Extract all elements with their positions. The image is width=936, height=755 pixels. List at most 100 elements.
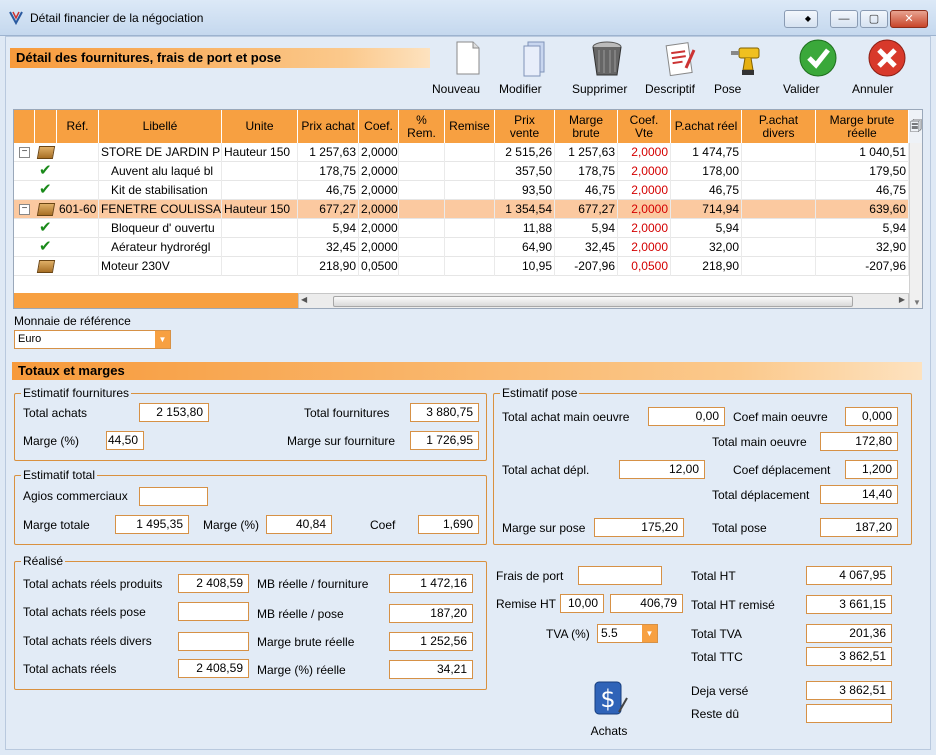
cell-coef-vte[interactable]: 0,0500 — [618, 257, 671, 276]
cell-libelle[interactable]: Auvent alu laqué bl — [99, 162, 222, 181]
cell-pachat-reel[interactable]: 218,90 — [671, 257, 742, 276]
chevron-down-icon[interactable]: ▼ — [155, 331, 170, 348]
total-tva-field[interactable]: 201,36 — [806, 624, 892, 643]
table-row[interactable]: ✔ Kit de stabilisation 46,75 2,0000 93,50 46,… — [14, 181, 909, 200]
cell-libelle[interactable]: STORE DE JARDIN PL — [99, 143, 222, 162]
cell-remise[interactable] — [445, 200, 495, 219]
coef-mo-field[interactable]: 0,000 — [845, 407, 898, 426]
marge-total-pct-field[interactable]: 40,84 — [266, 515, 332, 534]
cell-marge-reelle[interactable]: 32,90 — [816, 238, 909, 257]
cell-coef-vte[interactable]: 2,0000 — [618, 238, 671, 257]
cell-coef[interactable]: 2,0000 — [359, 143, 399, 162]
cell-rem[interactable] — [399, 257, 445, 276]
collapse-toggle-icon[interactable]: − — [19, 204, 30, 215]
cell-pachat-reel[interactable]: 46,75 — [671, 181, 742, 200]
cell-ref[interactable] — [57, 257, 99, 276]
minimize-button[interactable]: — — [830, 10, 858, 28]
achats-button[interactable]: $ Achats — [578, 678, 640, 740]
cell-ref[interactable] — [57, 181, 99, 200]
marge-fourniture-field[interactable]: 1 726,95 — [410, 431, 479, 450]
col-header-pachat-divers[interactable]: P.achat divers — [742, 110, 816, 143]
frais-port-field[interactable] — [578, 566, 662, 585]
deja-verse-field[interactable]: 3 862,51 — [806, 681, 892, 700]
cell-prix-vente[interactable]: 64,90 — [495, 238, 555, 257]
supprimer-button[interactable]: Supprimer — [572, 36, 642, 98]
cell-pachat-reel[interactable]: 32,00 — [671, 238, 742, 257]
cell-unite[interactable] — [222, 257, 298, 276]
cell-prix-achat[interactable]: 218,90 — [298, 257, 359, 276]
system-menu-icon[interactable]: ◆ — [784, 10, 818, 28]
cell-unite[interactable] — [222, 181, 298, 200]
col-header-coef-vte[interactable]: Coef. Vte — [618, 110, 671, 143]
cell-pachat-divers[interactable] — [742, 181, 816, 200]
total-achats-field[interactable]: 2 153,80 — [139, 403, 209, 422]
cell-prix-vente[interactable]: 10,95 — [495, 257, 555, 276]
cell-coef[interactable]: 2,0000 — [359, 162, 399, 181]
cell-ref[interactable] — [57, 238, 99, 257]
cell-pachat-divers[interactable] — [742, 200, 816, 219]
cell-marge-reelle[interactable]: 5,94 — [816, 219, 909, 238]
achats-reels-field[interactable]: 2 408,59 — [178, 659, 249, 678]
marge-brute-reelle-field[interactable]: 1 252,56 — [389, 632, 473, 651]
col-header-libelle[interactable]: Libellé — [99, 110, 222, 143]
cell-prix-achat[interactable]: 178,75 — [298, 162, 359, 181]
agios-field[interactable] — [139, 487, 208, 506]
table-row[interactable]: Moteur 230V 218,90 0,0500 10,95 -207,96 0,050… — [14, 257, 909, 276]
cell-unite[interactable] — [222, 162, 298, 181]
col-header-unite[interactable]: Unite — [222, 110, 298, 143]
cell-prix-vente[interactable]: 2 515,26 — [495, 143, 555, 162]
remise-ht-pct-field[interactable]: 10,00 — [560, 594, 604, 613]
cell-coef-vte[interactable]: 2,0000 — [618, 162, 671, 181]
total-depl-field[interactable]: 14,40 — [820, 485, 898, 504]
cell-rem[interactable] — [399, 238, 445, 257]
cell-libelle[interactable]: FENETRE COULISSAN — [99, 200, 222, 219]
achats-reels-produits-field[interactable]: 2 408,59 — [178, 574, 249, 593]
cell-prix-achat[interactable]: 677,27 — [298, 200, 359, 219]
total-ht-field[interactable]: 4 067,95 — [806, 566, 892, 585]
cell-marge[interactable]: 46,75 — [555, 181, 618, 200]
cell-remise[interactable] — [445, 257, 495, 276]
items-grid[interactable]: Réf. Libellé Unite Prix achat Coef. % Re… — [13, 109, 923, 309]
cell-marge-reelle[interactable]: 179,50 — [816, 162, 909, 181]
cell-prix-achat[interactable]: 46,75 — [298, 181, 359, 200]
cell-pachat-reel[interactable]: 178,00 — [671, 162, 742, 181]
cell-prix-achat[interactable]: 32,45 — [298, 238, 359, 257]
cell-rem[interactable] — [399, 162, 445, 181]
col-header-coef[interactable]: Coef. — [359, 110, 399, 143]
cell-rem[interactable] — [399, 143, 445, 162]
achats-reels-pose-field[interactable] — [178, 602, 249, 621]
col-header-remise[interactable]: Remise — [445, 110, 495, 143]
column-chooser-icon[interactable]: 🗐 — [909, 110, 922, 143]
cell-marge[interactable]: 1 257,63 — [555, 143, 618, 162]
col-header-prix-vente[interactable]: Prix vente — [495, 110, 555, 143]
cell-prix-achat[interactable]: 1 257,63 — [298, 143, 359, 162]
cell-marge-reelle[interactable]: 1 040,51 — [816, 143, 909, 162]
cell-ref[interactable] — [57, 162, 99, 181]
cell-pachat-reel[interactable]: 5,94 — [671, 219, 742, 238]
coef-field[interactable]: 1,690 — [418, 515, 479, 534]
modifier-button[interactable]: Modifier — [499, 36, 569, 98]
cell-ref[interactable] — [57, 219, 99, 238]
maximize-button[interactable]: ▢ — [860, 10, 888, 28]
cell-prix-vente[interactable]: 1 354,54 — [495, 200, 555, 219]
cell-marge[interactable]: 178,75 — [555, 162, 618, 181]
col-header-prix-achat[interactable]: Prix achat — [298, 110, 359, 143]
collapse-toggle-icon[interactable]: − — [19, 147, 30, 158]
tva-select[interactable]: 5.5 ▼ — [597, 624, 658, 643]
mb-fourniture-field[interactable]: 1 472,16 — [389, 574, 473, 593]
marge-pct-field[interactable]: 44,50 — [106, 431, 144, 450]
achat-mo-field[interactable]: 0,00 — [648, 407, 725, 426]
cell-remise[interactable] — [445, 219, 495, 238]
cell-coef-vte[interactable]: 2,0000 — [618, 143, 671, 162]
achats-reels-divers-field[interactable] — [178, 632, 249, 651]
cell-marge[interactable]: 5,94 — [555, 219, 618, 238]
reste-du-field[interactable] — [806, 704, 892, 723]
total-ttc-field[interactable]: 3 862,51 — [806, 647, 892, 666]
col-header-marge-brute[interactable]: Marge brute — [555, 110, 618, 143]
marge-reelle-pct-field[interactable]: 34,21 — [389, 660, 473, 679]
cell-unite[interactable] — [222, 219, 298, 238]
cell-libelle[interactable]: Bloqueur d' ouvertu — [99, 219, 222, 238]
currency-select[interactable]: Euro ▼ — [14, 330, 171, 349]
coef-depl-field[interactable]: 1,200 — [845, 460, 898, 479]
total-ht-remise-field[interactable]: 3 661,15 — [806, 595, 892, 614]
